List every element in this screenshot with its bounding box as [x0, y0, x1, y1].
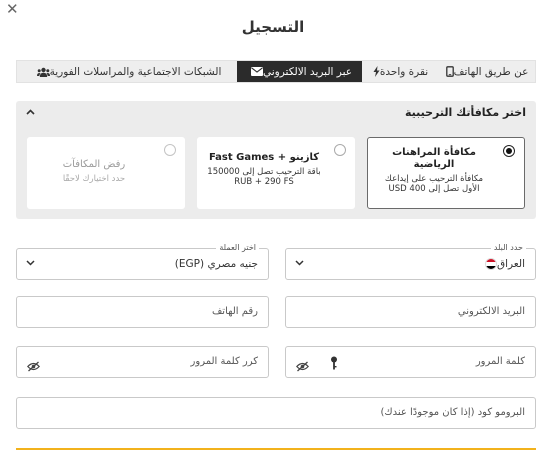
tab-phone[interactable]: عن طريق الهاتف	[435, 61, 535, 82]
users-icon	[36, 67, 50, 77]
bonus-option-description: باقة الترحيب تصل إلى 150000	[207, 167, 321, 177]
currency-select[interactable]: اختر العملة جنيه مصري (EGP)	[16, 242, 269, 280]
bonus-option-description: الأول تصل إلى 400 USD	[388, 184, 480, 194]
bonus-header[interactable]: اختر مكافأتك الترحيبية	[16, 104, 536, 124]
country-value: العراق	[480, 258, 525, 270]
bonus-option-description: حدد اختيارك لاحقًا	[62, 174, 126, 184]
envelope-icon	[250, 67, 263, 76]
tab-label: عن طريق الهاتف	[453, 65, 529, 78]
eye-slash-icon[interactable]	[26, 357, 41, 372]
password-field[interactable]: كلمة المرور	[285, 346, 536, 378]
promo-code-placeholder: البرومو كود (إذا كان موجودًا عندك)	[380, 407, 525, 418]
bonus-title: اختر مكافأتك الترحيبية	[404, 106, 526, 119]
chevron-down-icon[interactable]	[295, 258, 304, 270]
key-icon[interactable]	[330, 355, 338, 370]
country-name: العراق	[496, 258, 525, 270]
phone-placeholder: رقم الهاتف	[211, 306, 258, 317]
phone-field[interactable]: رقم الهاتف	[16, 296, 269, 328]
eye-slash-icon[interactable]	[295, 357, 310, 372]
radio-button[interactable]	[334, 144, 346, 156]
bonus-option-description: RUB + 290 FS	[234, 177, 294, 187]
chevron-down-icon[interactable]	[26, 258, 35, 270]
currency-label: اختر العملة	[216, 242, 259, 253]
tab-social[interactable]: الشبكات الاجتماعية والمراسلات الفورية	[17, 61, 237, 82]
email-field[interactable]: البريد الالكتروني	[285, 296, 536, 328]
tab-one-click[interactable]: نقرة واحدة	[362, 61, 435, 82]
chevron-up-icon[interactable]	[26, 108, 35, 118]
tab-label: الشبكات الاجتماعية والمراسلات الفورية	[49, 65, 222, 78]
bonus-option-casino[interactable]: كازينو + Fast Games باقة الترحيب تصل إلى…	[197, 137, 355, 209]
country-select[interactable]: حدد البلد العراق	[285, 242, 536, 280]
radio-button[interactable]	[164, 144, 176, 156]
bonus-option-title: كازينو + Fast Games	[208, 152, 320, 163]
welcome-bonus-panel: اختر مكافأتك الترحيبية مكافأة المراهنات …	[16, 101, 536, 219]
bonus-option-decline[interactable]: رفض المكافآت حدد اختيارك لاحقًا	[27, 137, 185, 209]
close-icon[interactable]: ✕	[6, 1, 19, 17]
bonus-option-sports[interactable]: مكافأة المراهنات الرياضية مكافأة الترحيب…	[367, 137, 525, 209]
tab-email[interactable]: عبر البريد الالكتروني	[237, 61, 362, 82]
bonus-option-title: الرياضية	[413, 159, 455, 170]
bonus-option-title: رفض المكافآت	[62, 159, 126, 170]
promo-code-field[interactable]: البرومو كود (إذا كان موجودًا عندك)	[16, 397, 536, 429]
password-placeholder: كلمة المرور	[475, 356, 525, 367]
email-placeholder: البريد الالكتروني	[457, 306, 525, 317]
country-label: حدد البلد	[490, 242, 526, 253]
bonus-option-title: مكافأة المراهنات	[392, 147, 476, 158]
tab-label: عبر البريد الالكتروني	[262, 65, 353, 78]
bonus-option-description: مكافأة الترحيب على إيداعك	[384, 174, 484, 184]
tab-label: نقرة واحدة	[379, 65, 429, 78]
iraq-flag-icon	[484, 258, 497, 270]
radio-button-selected[interactable]	[503, 145, 515, 157]
repeat-password-placeholder: كرر كلمة المرور	[190, 356, 258, 367]
page-title: التسجيل	[241, 18, 305, 36]
phone-icon	[445, 66, 454, 77]
repeat-password-field[interactable]: كرر كلمة المرور	[16, 346, 269, 378]
lightning-icon	[373, 66, 380, 77]
registration-method-tabs: عن طريق الهاتف نقرة واحدة عبر البريد الا…	[16, 60, 536, 83]
currency-value: جنيه مصري (EGP)	[174, 258, 258, 270]
